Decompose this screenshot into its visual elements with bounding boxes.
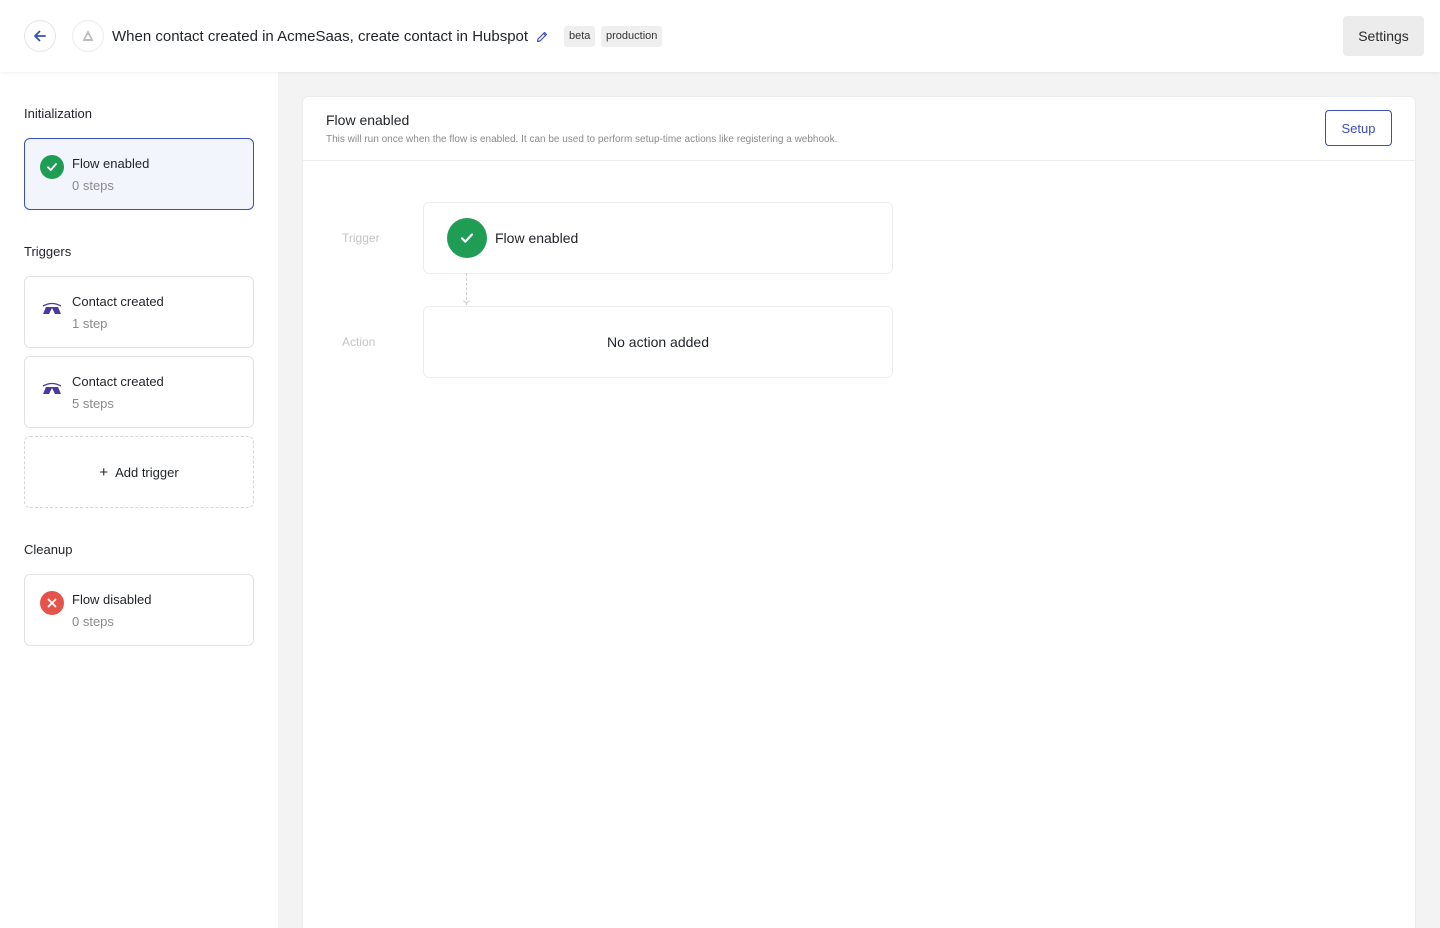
action-step-card[interactable]: No action added [423,306,893,378]
card-title: Contact created [72,374,164,389]
add-trigger-button[interactable]: + Add trigger [24,436,254,508]
card-title: Flow disabled [72,592,152,607]
card-title: Flow enabled [72,156,150,171]
trigger-row-label: Trigger [342,231,380,245]
top-header: When contact created in AcmeSaas, create… [0,0,1440,72]
panel-description: This will run once when the flow is enab… [326,134,838,145]
section-title-triggers: Triggers [24,244,72,259]
panel-header: Flow enabled This will run once when the… [303,97,1415,161]
trigger-step-card[interactable]: Flow enabled [423,202,893,274]
app-logo-icon [72,20,104,52]
card-step-count: 0 steps [72,614,114,629]
plus-icon: + [99,463,109,481]
check-circle-icon [447,218,487,258]
flow-step-panel: Flow enabled This will run once when the… [302,96,1416,928]
acme-logo-icon [40,293,64,317]
section-title-cleanup: Cleanup [24,542,73,557]
flow-title: When contact created in AcmeSaas, create… [112,28,529,45]
pencil-icon[interactable] [534,29,550,45]
card-step-count: 1 step [72,316,108,331]
no-action-text: No action added [607,334,709,350]
trigger-step-title: Flow enabled [495,230,579,246]
sidebar: Initialization Flow enabled 0 steps Trig… [0,72,278,928]
panel-title: Flow enabled [326,112,410,128]
arrow-left-icon [34,30,46,42]
action-row-label: Action [342,335,376,349]
sidebar-item-flow-disabled[interactable]: Flow disabled 0 steps [24,574,254,646]
connector-arrow-icon [463,300,470,304]
sidebar-item-contact-created-1[interactable]: Contact created 1 step [24,276,254,348]
tag-production: production [601,26,663,47]
card-title: Contact created [72,294,164,309]
card-step-count: 0 steps [72,178,114,193]
back-button[interactable] [24,20,56,52]
setup-button[interactable]: Setup [1325,110,1392,146]
x-circle-icon [40,591,64,615]
section-title-initialization: Initialization [24,106,92,121]
check-circle-icon [40,155,64,179]
sidebar-item-flow-enabled[interactable]: Flow enabled 0 steps [24,138,254,210]
settings-button[interactable]: Settings [1343,16,1424,56]
add-trigger-label: Add trigger [115,464,179,480]
tag-beta: beta [564,26,596,47]
card-step-count: 5 steps [72,396,114,411]
acme-logo-icon [40,373,64,397]
sidebar-item-contact-created-2[interactable]: Contact created 5 steps [24,356,254,428]
